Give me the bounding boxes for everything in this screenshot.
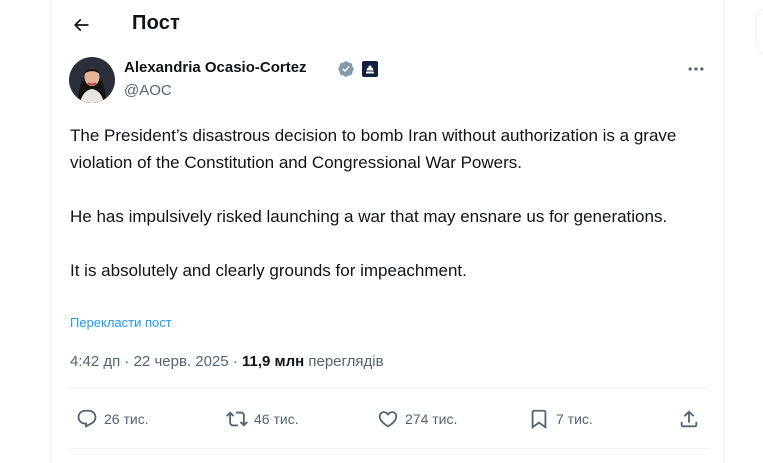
- post-paragraph: The President’s disastrous decision to b…: [70, 126, 677, 172]
- arrow-left-icon: [73, 18, 89, 32]
- repost-count: 46 тис.: [254, 411, 299, 427]
- post-metadata: 4:42 дп · 22 черв. 2025 · 11,9 млн перег…: [70, 353, 384, 370]
- views-count: 11,9 млн: [241, 353, 305, 370]
- reply-icon: [77, 409, 97, 428]
- affiliate-badge-icon[interactable]: [362, 61, 378, 77]
- divider: [69, 387, 709, 388]
- heart-icon: [378, 411, 398, 428]
- avatar[interactable]: [69, 57, 115, 103]
- verified-badge-icon[interactable]: [337, 60, 355, 78]
- translate-post-link[interactable]: Перекласти пост: [70, 315, 172, 330]
- back-button[interactable]: [63, 7, 99, 43]
- post-time[interactable]: 4:42 дп: [70, 353, 120, 370]
- page-title: Пост: [132, 12, 181, 34]
- like-count: 274 тис.: [405, 411, 458, 427]
- share-button[interactable]: [678, 406, 700, 432]
- views-label: переглядів: [308, 353, 384, 370]
- avatar-image: [69, 57, 115, 103]
- author-handle[interactable]: @AOC: [124, 82, 172, 99]
- capitol-icon: [366, 64, 374, 74]
- post-text: The President’s disastrous decision to b…: [70, 122, 710, 311]
- post-paragraph: He has impulsively risked launching a wa…: [70, 207, 668, 226]
- bookmark-count: 7 тис.: [556, 411, 593, 427]
- reply-count: 26 тис.: [104, 411, 149, 427]
- bookmark-icon: [531, 409, 547, 430]
- post-column: Пост Alexandria Ocasio-Cortez @AOC The P…: [50, 0, 725, 463]
- action-bar: 26 тис. 46 тис. 274 тис. 7 тис.: [51, 398, 726, 442]
- bookmark-button[interactable]: 7 тис.: [528, 406, 593, 432]
- repost-button[interactable]: 46 тис.: [226, 406, 299, 432]
- author-name[interactable]: Alexandria Ocasio-Cortez: [124, 59, 307, 76]
- page-header: Пост: [51, 0, 726, 50]
- like-button[interactable]: 274 тис.: [377, 406, 457, 432]
- sidebar-search-edge: [756, 8, 763, 54]
- post-paragraph: It is absolutely and clearly grounds for…: [70, 261, 467, 280]
- post-date[interactable]: 22 черв. 2025: [134, 353, 229, 370]
- more-options-button[interactable]: [681, 57, 711, 81]
- share-icon: [680, 410, 698, 428]
- repost-icon: [226, 411, 248, 427]
- more-dots-icon: [688, 67, 704, 71]
- meta-separator: ·: [228, 353, 242, 370]
- meta-separator: ·: [120, 353, 134, 370]
- divider: [69, 448, 709, 449]
- reply-button[interactable]: 26 тис.: [76, 406, 149, 432]
